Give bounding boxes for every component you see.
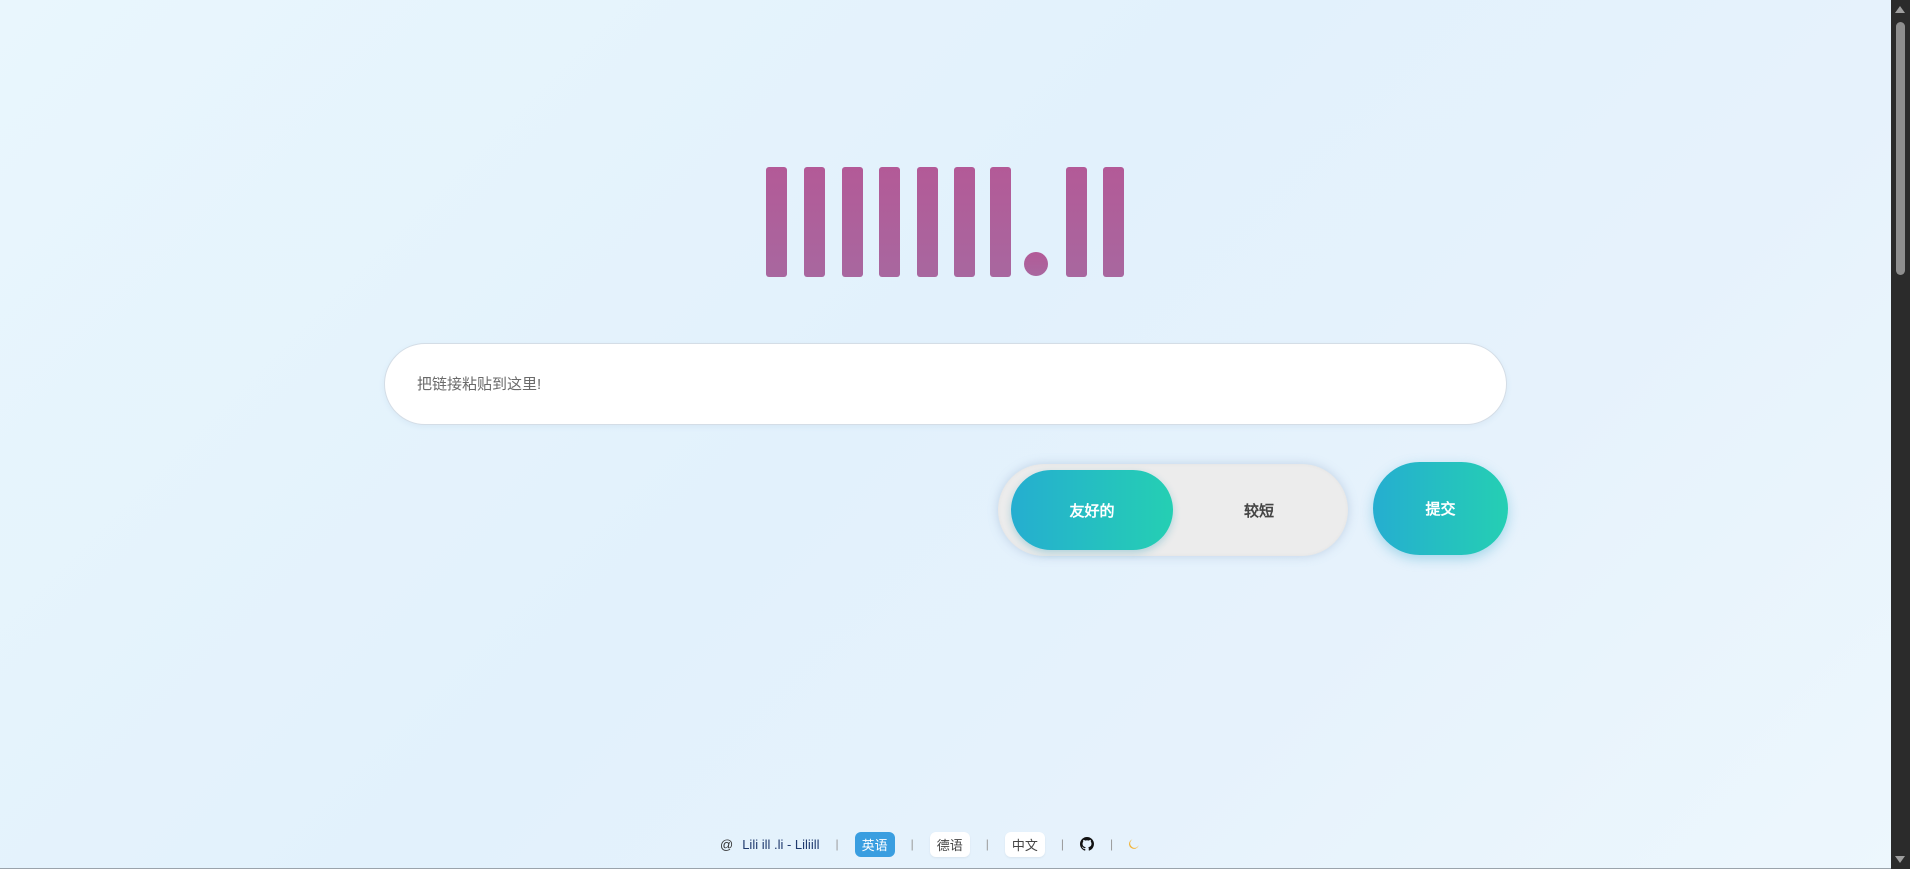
logo-bar [954,167,975,277]
scroll-down-icon[interactable] [1895,856,1905,863]
language-chinese[interactable]: 中文 [1004,831,1045,857]
vertical-scrollbar[interactable] [1891,0,1910,869]
logo-bar [1066,167,1087,277]
separator: | [985,837,989,851]
toggle-option-shorter[interactable]: 较短 [1178,470,1340,550]
logo-bar [804,167,825,277]
mode-toggle[interactable]: 友好的 较短 [998,464,1348,556]
logo-bar [879,167,900,277]
submit-button[interactable]: 提交 [1373,462,1508,555]
separator: | [1110,837,1114,851]
separator: | [910,837,914,851]
logo-bar [766,167,787,277]
logo-bar [1103,167,1124,277]
copyright-symbol: @ [720,836,734,852]
logo-dot [1024,252,1048,276]
separator: | [1060,837,1065,851]
logo-bar [990,167,1011,277]
language-german[interactable]: 德语 [929,831,970,857]
logo [760,165,1130,280]
toggle-option-friendly[interactable]: 友好的 [1011,470,1173,550]
scroll-thumb[interactable] [1896,22,1905,275]
page: 友好的 较短 提交 @ Lili ill .li - Liliill | 英语 … [0,0,1891,869]
separator: | [835,837,839,851]
language-english[interactable]: 英语 [854,831,895,857]
github-icon[interactable] [1080,837,1095,851]
footer: @ Lili ill .li - Liliill | 英语 | 德语 | 中文 … [720,830,1141,858]
logo-bar [917,167,938,277]
logo-bar [842,167,863,277]
url-input[interactable] [384,343,1507,425]
scroll-up-icon[interactable] [1895,6,1905,13]
moon-icon[interactable] [1129,837,1141,852]
copyright: @ Lili ill .li - Liliill [720,837,820,852]
site-name: Lili ill .li - Liliill [742,836,820,852]
